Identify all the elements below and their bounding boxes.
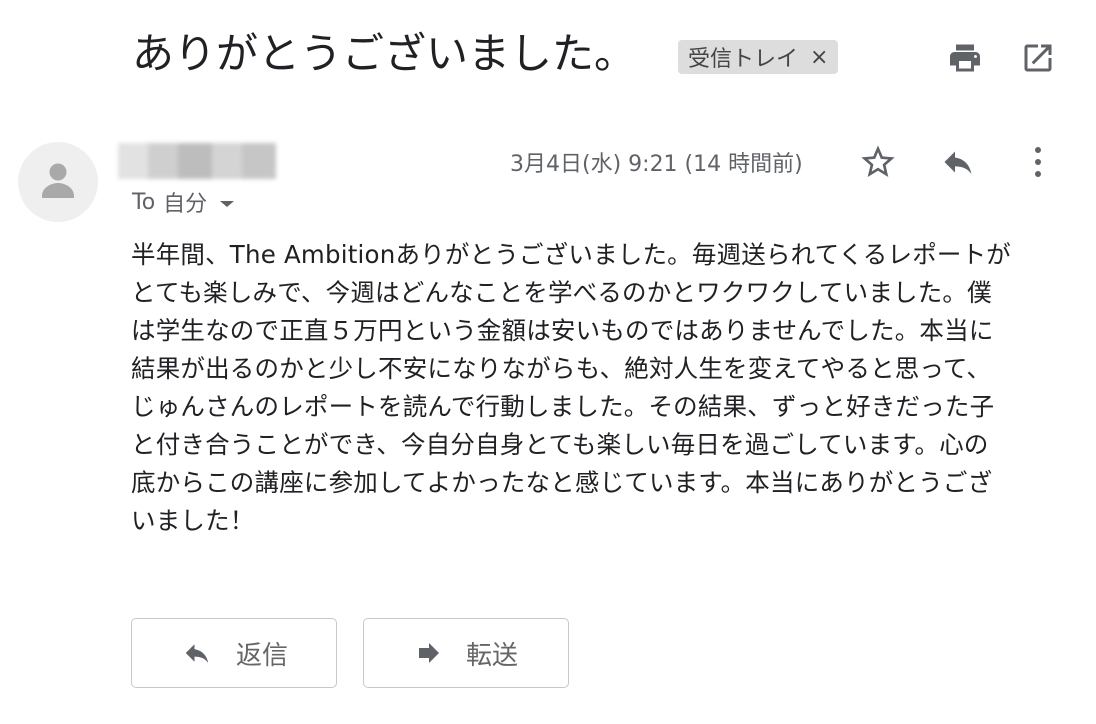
more-vert-icon[interactable] [1026,142,1050,186]
remove-label-icon[interactable]: × [810,45,828,70]
reply-button[interactable]: 返信 [131,618,337,688]
inbox-label-text: 受信トレイ [688,47,799,72]
sender-avatar [18,142,98,222]
forward-button-label: 転送 [465,640,518,671]
forward-icon [418,643,439,663]
star-icon[interactable] [858,142,898,186]
print-icon[interactable] [946,40,984,80]
reply-icon [185,644,209,663]
email-body: 半年間、The Ambitionありがとうございました。毎週送られてくるレポート… [131,240,1012,535]
recipient-prefix: To [132,189,156,215]
recipient-name: 自分 [163,192,208,217]
open-in-new-window-icon[interactable] [1020,40,1056,80]
sender-name-redacted [118,143,276,179]
inbox-label-chip[interactable]: 受信トレイ × [678,40,839,74]
reply-icon[interactable] [938,144,978,184]
recipient-line: To 自分 [132,186,235,218]
caret-down-icon[interactable] [219,190,235,215]
reply-button-label: 返信 [235,640,288,671]
email-subject: ありがとうございました。 [132,29,637,78]
forward-button[interactable]: 転送 [363,618,569,688]
email-date: 3月4日(水) 9:21 (14 時間前) [510,152,803,177]
person-avatar-icon [42,163,74,198]
